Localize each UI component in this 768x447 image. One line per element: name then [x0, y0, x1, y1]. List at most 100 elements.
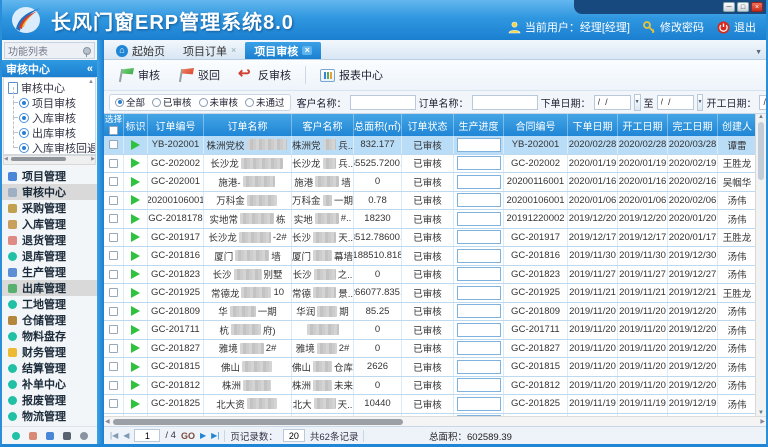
- toolbar-button[interactable]: 报表中心: [314, 65, 389, 85]
- table-row[interactable]: GC-201925 常德龙10 常德景.. 266077.835.. 已审核 G…: [104, 284, 755, 303]
- table-row[interactable]: GC-201812 株洲 株洲未来 0 已审核 GC-201812 2019/1…: [104, 377, 755, 396]
- book-icon[interactable]: [63, 432, 71, 440]
- date-dropdown-icon[interactable]: ▼: [634, 94, 641, 111]
- sidebar-menu-item[interactable]: 物流管理: [2, 408, 97, 424]
- scroll-right-icon[interactable]: ▶: [760, 418, 765, 425]
- logout-button[interactable]: 退出: [717, 19, 756, 35]
- page-number-input[interactable]: [134, 429, 160, 442]
- order-name-input[interactable]: [472, 95, 538, 110]
- scroll-left-icon[interactable]: ◀: [105, 418, 110, 425]
- sidebar-menu-item[interactable]: 退货管理: [2, 232, 97, 248]
- toolbar-button[interactable]: 反审核: [232, 65, 297, 85]
- first-page-button[interactable]: |◀: [110, 431, 118, 440]
- table-row[interactable]: GC-201816 厦门墙 厦门幕墙 188510.818 已审核 GC-201…: [104, 247, 755, 266]
- radio-icon[interactable]: [115, 98, 124, 107]
- status-radio[interactable]: 未通过: [245, 95, 285, 109]
- table-row[interactable]: GC-201809 华一期 华润期 85.25 已审核 GC-201809 20…: [104, 303, 755, 322]
- panel-splitter[interactable]: [97, 40, 104, 444]
- customer-name-input[interactable]: [350, 95, 416, 110]
- sidebar-menu-item[interactable]: 结算管理: [2, 360, 97, 376]
- close-tab-icon[interactable]: ×: [302, 46, 312, 55]
- table-row[interactable]: GC-201823 长沙别墅 长沙之.. 0 已审核 GC-201823 201…: [104, 266, 755, 285]
- cart-icon[interactable]: [29, 432, 37, 440]
- row-checkbox[interactable]: [109, 399, 118, 408]
- table-row[interactable]: GC-201815 佛山 佛山仓库 2626 已审核 GC-201815 201…: [104, 358, 755, 377]
- scroll-up-icon[interactable]: ▲: [758, 114, 764, 120]
- row-checkbox[interactable]: [109, 362, 118, 371]
- scrollbar-thumb[interactable]: [11, 157, 66, 161]
- tree-scroll-up-icon[interactable]: ▲: [88, 79, 94, 85]
- sidebar-menu-item[interactable]: 退库管理: [2, 248, 97, 264]
- radio-icon[interactable]: [245, 98, 254, 107]
- scrollbar-thumb[interactable]: [113, 419, 403, 425]
- start-date-input[interactable]: [759, 95, 766, 110]
- more-icon[interactable]: [80, 432, 88, 440]
- status-dot-icon[interactable]: [12, 432, 20, 440]
- sidebar-menu-item[interactable]: 财务管理: [2, 344, 97, 360]
- tree-horizontal-scrollbar[interactable]: ◀ ▶: [3, 155, 96, 165]
- maximize-button[interactable]: □: [737, 2, 749, 12]
- table-row[interactable]: YB-202001 株洲党校 株洲党兵.. 832.177 已审核 YB-202…: [104, 136, 755, 155]
- tree-item[interactable]: 项目审核: [19, 95, 93, 110]
- toolbar-button[interactable]: 审核: [112, 65, 166, 85]
- tab[interactable]: 项目订单 ×: [174, 42, 245, 59]
- row-checkbox[interactable]: [109, 177, 118, 186]
- sidebar-menu-item[interactable]: 工地管理: [2, 296, 97, 312]
- sidebar-menu-item[interactable]: 仓储管理: [2, 312, 97, 328]
- tab-overflow-icon[interactable]: ▼: [755, 49, 762, 56]
- table-row[interactable]: GC-201825 北大资 北大天.. 10440 已审核 GC-201825 …: [104, 395, 755, 414]
- scroll-right-icon[interactable]: ▶: [91, 156, 95, 162]
- sidebar-menu-item[interactable]: 物料盘存: [2, 328, 97, 344]
- collapse-icon[interactable]: «: [87, 63, 93, 75]
- tab[interactable]: 项目审核 ×: [245, 42, 321, 59]
- prev-page-button[interactable]: ◀: [123, 431, 129, 440]
- row-checkbox[interactable]: [109, 159, 118, 168]
- table-row[interactable]: 20200106001 万科金 万科金一期 0.78 已审核 202001060…: [104, 192, 755, 211]
- scrollbar-thumb[interactable]: [758, 122, 764, 180]
- radio-icon[interactable]: [199, 98, 208, 107]
- pen-icon[interactable]: [46, 432, 54, 440]
- row-checkbox[interactable]: [109, 214, 118, 223]
- table-row[interactable]: GC-202001 施港- 施港墙 0 已审核 20200116001 2020…: [104, 173, 755, 192]
- last-page-button[interactable]: ▶|: [211, 431, 219, 440]
- next-page-button[interactable]: ▶: [200, 431, 206, 440]
- table-row[interactable]: GC-201827 雅境2# 雅境2# 0 已审核 GC-201827 2019…: [104, 340, 755, 359]
- tab[interactable]: 起始页: [107, 42, 174, 59]
- row-checkbox[interactable]: [109, 251, 118, 260]
- table-vertical-scrollbar[interactable]: ▲ ▼: [755, 114, 766, 416]
- tree-root-audit-center[interactable]: 审核中心: [8, 80, 93, 95]
- tree-scroll-down-icon[interactable]: ▼: [88, 147, 94, 153]
- minimize-button[interactable]: ─: [723, 2, 735, 12]
- close-button[interactable]: ×: [751, 2, 763, 12]
- table-row[interactable]: GC-202002 长沙龙 长沙龙兵.. 65525.7200.. 已审核 GC…: [104, 155, 755, 174]
- sidebar-menu-item[interactable]: 报废管理: [2, 392, 97, 408]
- go-button[interactable]: GO: [181, 431, 195, 441]
- date-dropdown-icon[interactable]: ▼: [697, 94, 704, 111]
- sidebar-menu-item[interactable]: 入库管理: [2, 216, 97, 232]
- table-row[interactable]: GC-201917 长沙龙-2# 长沙天.. 8512.78600.. 已审核 …: [104, 229, 755, 248]
- table-row[interactable]: GC-2018178 实地常栋 实地#.. 18230 已审核 20191220…: [104, 210, 755, 229]
- sidebar-menu-item[interactable]: 补单中心: [2, 376, 97, 392]
- close-tab-icon[interactable]: ×: [231, 46, 236, 55]
- status-radio[interactable]: 未审核: [199, 95, 239, 109]
- row-checkbox[interactable]: [109, 381, 118, 390]
- row-checkbox[interactable]: [109, 270, 118, 279]
- tree-item[interactable]: 入库审核: [19, 110, 93, 125]
- tree-item[interactable]: 入库审核回退: [19, 140, 93, 155]
- row-checkbox[interactable]: [109, 325, 118, 334]
- sidebar-menu-item[interactable]: 项目管理: [2, 168, 97, 184]
- radio-icon[interactable]: [152, 98, 161, 107]
- order-date-to-input[interactable]: [657, 95, 694, 110]
- sidebar-menu-item[interactable]: 生产管理: [2, 264, 97, 280]
- status-radio[interactable]: 全部: [115, 95, 145, 109]
- table-horizontal-scrollbar[interactable]: ◀ ▶: [104, 416, 766, 426]
- sidebar-menu-item[interactable]: 出库管理: [2, 280, 97, 296]
- table-row[interactable]: GC-201711 杭府) 0 已审核 GC-201711 2019/11/20…: [104, 321, 755, 340]
- sidebar-menu-item[interactable]: 审核中心: [2, 184, 97, 200]
- pin-icon[interactable]: [83, 47, 91, 55]
- row-checkbox[interactable]: [109, 344, 118, 353]
- order-date-from-input[interactable]: [594, 95, 631, 110]
- status-radio[interactable]: 已审核: [152, 95, 192, 109]
- row-checkbox[interactable]: [109, 307, 118, 316]
- row-checkbox[interactable]: [109, 196, 118, 205]
